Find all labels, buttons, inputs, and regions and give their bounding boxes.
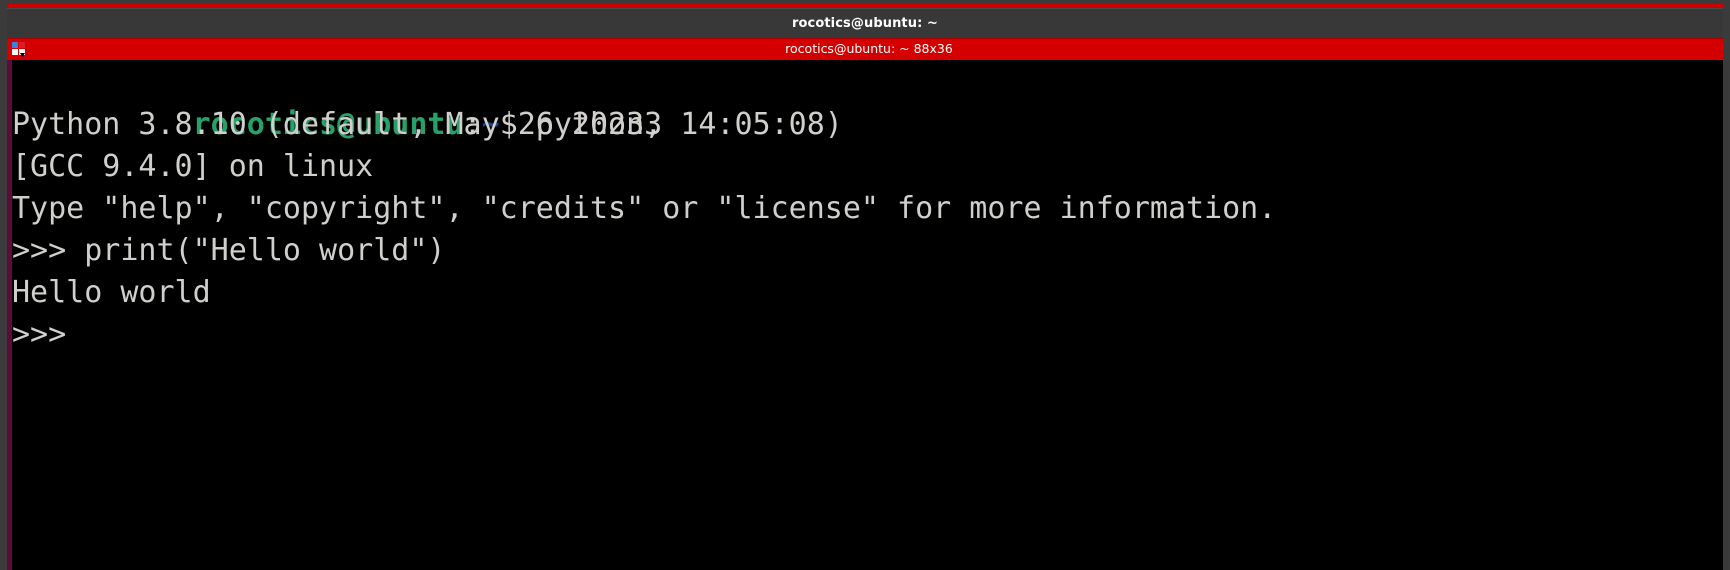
terminal-body[interactable]: rocotics@ubuntu:~$ python3 Python 3.8.10… [7,60,1723,570]
terminal-tabbar[interactable]: rocotics@ubuntu: ~ 88x36 [7,38,1723,60]
terminal-line-python-version: Python 3.8.10 (default, May 26 2023, 14:… [12,107,843,142]
terminal-right-edge [1721,60,1723,570]
desktop-background: rocotics@ubuntu: ~ rocotics@ubuntu: ~ 88… [0,0,1730,570]
terminal-line-output: Hello world [12,275,211,310]
terminal-line-print-command: >>> print("Hello world") [12,233,446,268]
terminal-line-help-hint: Type "help", "copyright", "credits" or "… [12,191,1277,226]
tab-menu-icon[interactable] [11,41,28,58]
terminal-window: rocotics@ubuntu: ~ rocotics@ubuntu: ~ 88… [7,4,1723,570]
terminal-screen[interactable]: rocotics@ubuntu:~$ python3 Python 3.8.10… [12,60,1723,570]
terminal-tab-label[interactable]: rocotics@ubuntu: ~ 88x36 [785,43,953,56]
terminal-line-current-prompt[interactable]: >>> [12,314,1723,356]
window-title: rocotics@ubuntu: ~ [791,16,939,31]
terminal-line-gcc: [GCC 9.4.0] on linux [12,149,374,184]
window-titlebar[interactable]: rocotics@ubuntu: ~ [7,8,1723,38]
terminal-line-prompt-command: rocotics@ubuntu:~$ python3 [12,62,1723,142]
